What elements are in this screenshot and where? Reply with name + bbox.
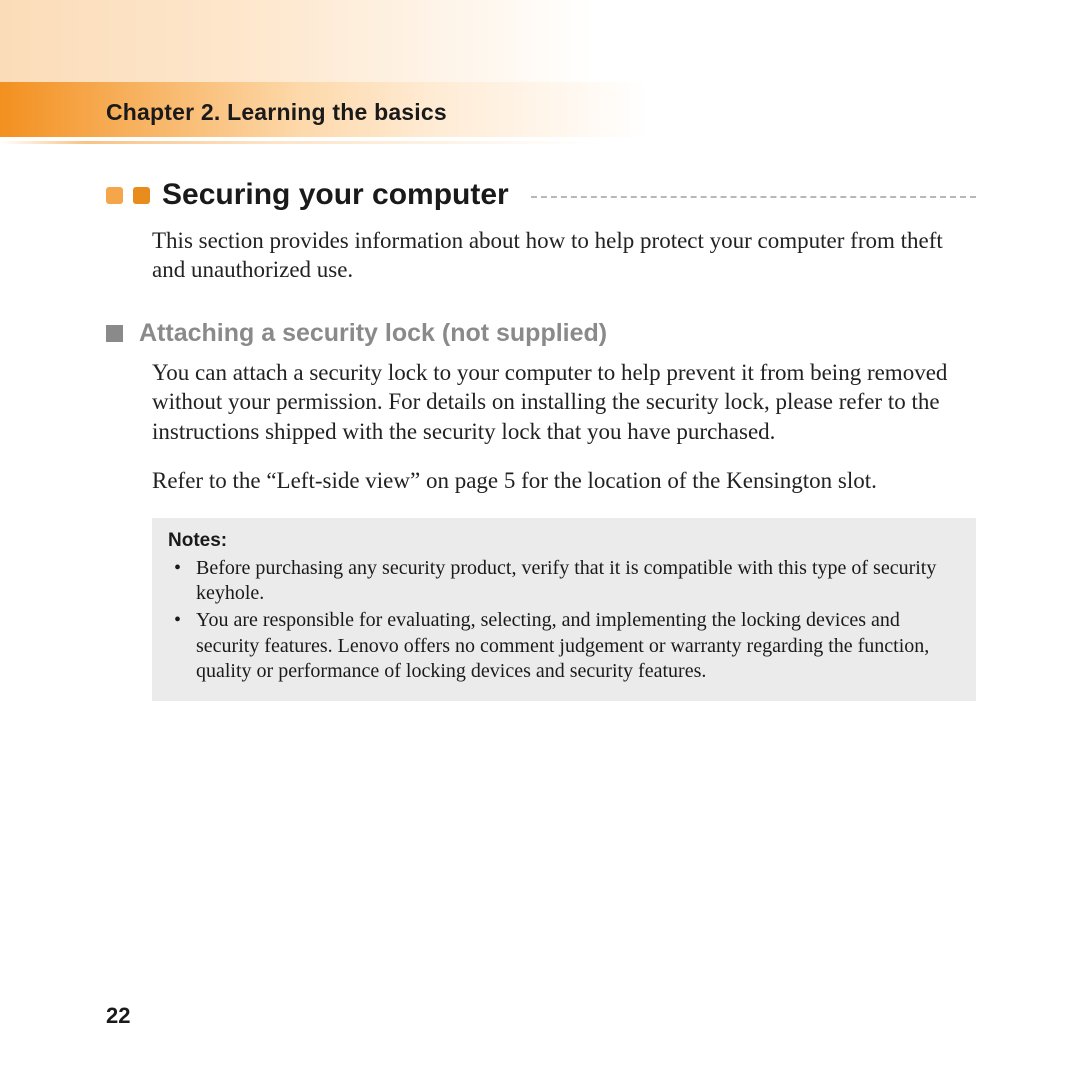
banner-underline — [0, 141, 1080, 144]
notes-list: Before purchasing any security product, … — [168, 556, 960, 685]
notes-item: You are responsible for evaluating, sele… — [196, 608, 960, 684]
banner-gradient-top — [0, 0, 1080, 82]
page-content: Securing your computer This section prov… — [106, 170, 976, 701]
section-intro-paragraph: This section provides information about … — [152, 226, 976, 285]
notes-box: Notes: Before purchasing any security pr… — [152, 518, 976, 701]
header-banner: Chapter 2. Learning the basics — [0, 0, 1080, 160]
subsection-title: Attaching a security lock (not supplied) — [139, 319, 607, 348]
section-title: Securing your computer — [160, 178, 515, 212]
heading-dashed-rule — [531, 196, 976, 198]
subsection-paragraph-2: Refer to the “Left-side view” on page 5 … — [152, 466, 976, 495]
subsection-paragraph-1: You can attach a security lock to your c… — [152, 358, 976, 446]
page-number: 22 — [106, 1003, 130, 1029]
square-bullet-icon — [106, 325, 123, 342]
notes-label: Notes: — [168, 530, 960, 552]
notes-item: Before purchasing any security product, … — [196, 556, 960, 607]
chapter-title: Chapter 2. Learning the basics — [106, 99, 447, 126]
square-bullet-icon — [106, 187, 123, 204]
subsection-heading-row: Attaching a security lock (not supplied) — [106, 319, 976, 348]
square-bullet-icon — [133, 187, 150, 204]
section-heading-row: Securing your computer — [106, 178, 976, 212]
